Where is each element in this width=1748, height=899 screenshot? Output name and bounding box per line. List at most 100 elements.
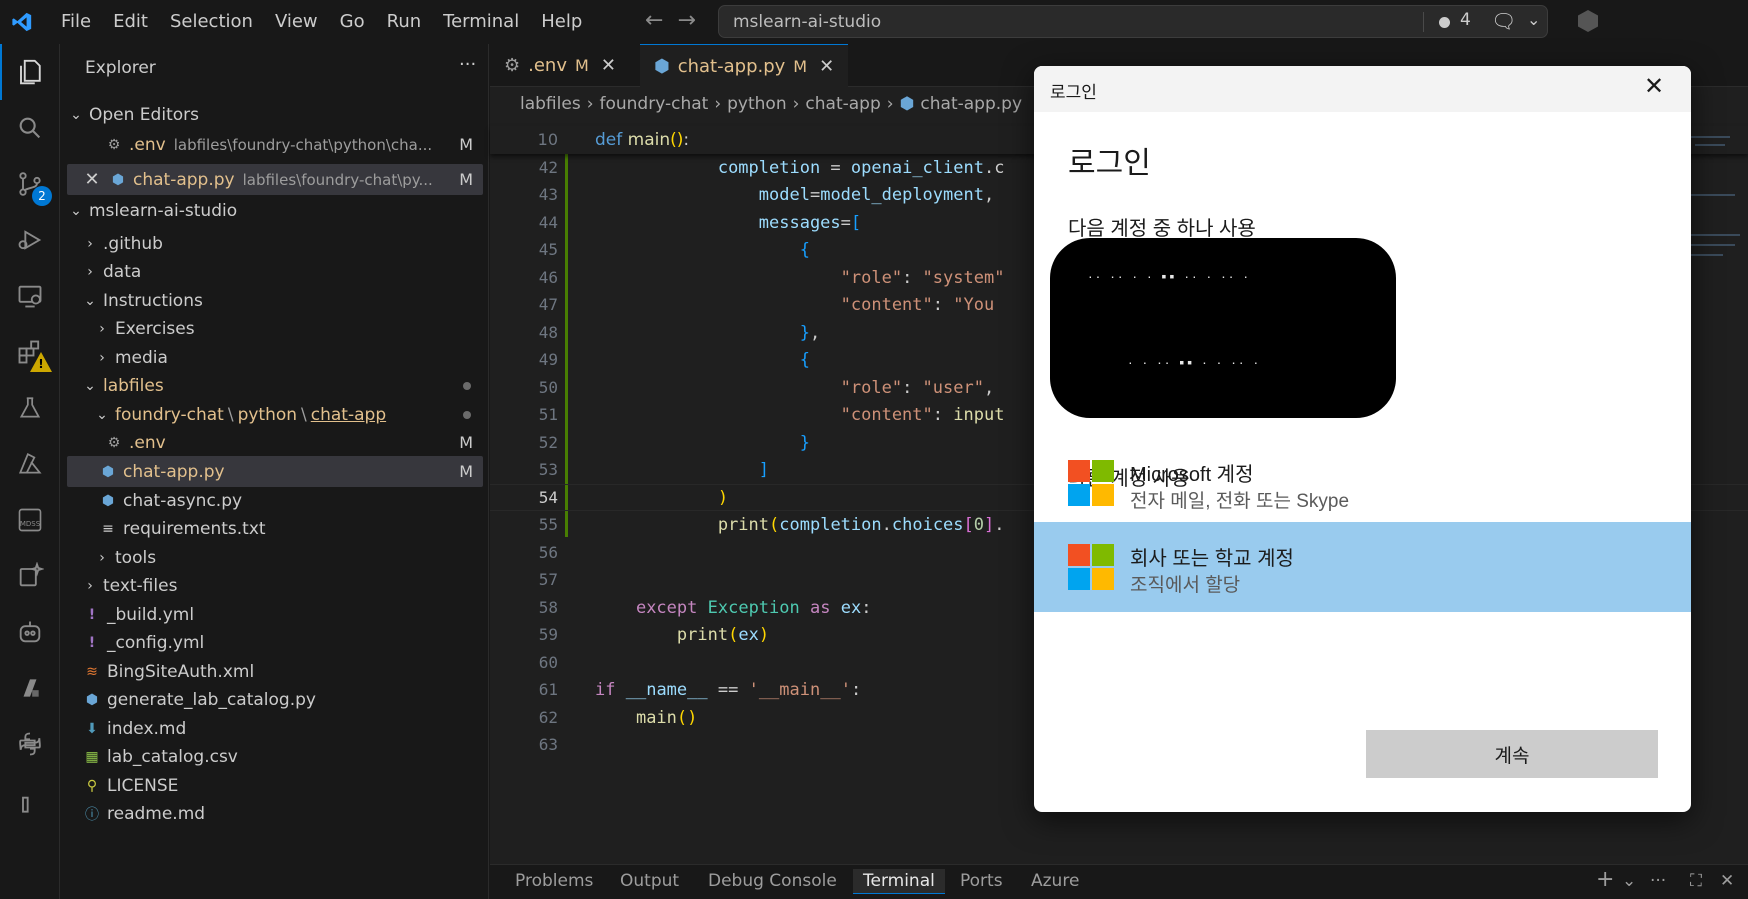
tree-item-bing[interactable]: ≋ BingSiteAuth.xml [67,656,483,687]
explorer-icon[interactable] [0,44,60,100]
close-icon[interactable]: ✕ [601,55,616,76]
copilot-chat-icon[interactable]: 🗨 [1491,9,1516,33]
tree-item-catalog[interactable]: ▦ lab_catalog.csv [67,741,483,772]
extension-logo-icon[interactable] [1578,10,1598,32]
info-file-icon: ⓘ [85,806,99,823]
open-editor-path: labfiles\foundry-chat\py... [242,170,433,189]
breadcrumb-item[interactable]: labfiles [520,94,581,114]
workspace-section[interactable]: ⌄ mslearn-ai-studio [67,195,483,226]
breadcrumb-item[interactable]: foundry-chat [600,94,709,114]
menu-help[interactable]: Help [530,0,593,44]
open-editor-env[interactable]: ⚙ .env labfiles\foundry-chat\python\cha.… [67,129,483,160]
code-text: "role": "user", [840,377,995,398]
close-icon[interactable]: ✕ [819,56,834,77]
title-bar: File Edit Selection View Go Run Terminal… [0,0,1748,44]
menu-go[interactable]: Go [329,0,376,44]
tree-item-label: foundry-chat [115,404,224,425]
close-panel-icon[interactable]: ✕ [1720,871,1734,891]
menu-selection[interactable]: Selection [159,0,264,44]
tree-item-build-yml[interactable]: ! _build.yml [67,599,483,630]
tab-terminal[interactable]: Terminal [853,869,945,894]
tree-item-media[interactable]: › media [67,342,483,373]
chevron-right-icon: › [87,235,93,252]
tab-debug-console[interactable]: Debug Console [708,871,837,891]
tree-item-chat-async[interactable]: ⬢ chat-async.py [67,485,483,516]
azure-icon[interactable] [0,436,60,492]
forward-arrow-icon[interactable]: → [677,8,695,33]
back-arrow-icon[interactable]: ← [645,8,663,33]
code-text: model=model_deployment, [758,184,995,205]
breadcrumb-item[interactable]: chat-app.py [920,94,1022,114]
breadcrumb-item[interactable]: chat-app [805,94,880,114]
python-icon[interactable] [0,716,60,772]
tab-output[interactable]: Output [620,871,679,891]
menu-view[interactable]: View [264,0,329,44]
tree-item-label: requirements.txt [123,518,266,539]
tab-chat-app[interactable]: ⬢ chat-app.py M ✕ [640,44,849,87]
mdss-icon[interactable]: MDSS [0,492,60,548]
menu-terminal[interactable]: Terminal [432,0,530,44]
breadcrumb-item[interactable]: python [727,94,786,114]
tab-env[interactable]: ⚙ .env M ✕ [490,44,630,87]
tree-item-label: python [237,404,298,425]
dialog-heading: 로그인 [1068,147,1151,180]
search-icon[interactable] [0,100,60,156]
more-actions-icon[interactable]: ··· [1650,871,1666,891]
tree-item-github[interactable]: › .github [67,228,483,259]
command-center-search[interactable]: mslearn-ai-studio 4 🗨 ⌄ [718,5,1548,38]
remote-explorer-icon[interactable] [0,268,60,324]
menu-file[interactable]: File [50,0,102,44]
open-editor-chat-app[interactable]: ✕ ⬢ chat-app.py labfiles\foundry-chat\py… [67,164,483,195]
tree-item-instructions[interactable]: ⌄ Instructions [67,285,483,316]
tree-item-readme[interactable]: ⓘ readme.md [67,798,483,829]
tab-problems[interactable]: Problems [515,871,593,891]
tree-item-chat-app-py[interactable]: ⬢ chat-app.py M [67,456,483,487]
run-debug-icon[interactable] [0,212,60,268]
menu-edit[interactable]: Edit [102,0,159,44]
close-icon[interactable]: ✕ [1644,72,1664,101]
line-number: 45 [538,240,558,259]
work-school-account-option[interactable]: 회사 또는 학교 계정 조직에서 할당 [1034,522,1691,612]
account-icon[interactable] [0,772,60,828]
chevron-down-icon[interactable]: ⌄ [1527,10,1540,29]
nav-arrows: ← → [645,8,696,33]
tree-item-data[interactable]: › data [67,256,483,287]
tree-item-env[interactable]: ⚙ .env M [67,427,483,458]
chevron-right-icon: › [99,349,105,366]
ai-toolkit-icon[interactable] [0,548,60,604]
line-number: 10 [537,130,558,149]
tree-item-generate[interactable]: ⬢ generate_lab_catalog.py [67,684,483,715]
redacted-accounts[interactable]: ·· ·· · · ▪▪ ·· · ·· · · · ·· ▪▪ · · ·· … [1050,238,1396,418]
open-editors-section[interactable]: ⌄ Open Editors [67,99,483,130]
foundry-icon[interactable] [0,660,60,716]
tree-item-labfiles[interactable]: ⌄ labfiles [67,370,483,401]
explorer-sidebar: Explorer ··· ⌄ Open Editors ⚙ .env labfi… [61,44,489,899]
tree-item-label: media [115,347,168,368]
tab-azure[interactable]: Azure [1031,871,1079,891]
more-actions-icon[interactable]: ··· [459,54,476,75]
add-terminal-icon[interactable]: + [1596,867,1614,892]
tab-ports[interactable]: Ports [960,871,1003,891]
tree-item-requirements[interactable]: ≡ requirements.txt [67,513,483,544]
testing-flask-icon[interactable] [0,380,60,436]
microsoft-account-option[interactable]: Microsoft 계정 전자 메일, 전화 또는 Skype [1034,438,1691,528]
copilot-icon[interactable] [0,604,60,660]
tree-item-text-files[interactable]: › text-files [67,570,483,601]
chevron-right-icon: › [99,549,105,566]
tree-item-foundry-chat[interactable]: ⌄ foundry-chat \ python \ chat-app [67,399,483,430]
tree-item-exercises[interactable]: › Exercises [67,313,483,344]
menu-run[interactable]: Run [376,0,433,44]
chevron-down-icon[interactable]: ⌄ [1622,871,1636,891]
code-text: def main(): [595,129,690,150]
tree-item-config-yml[interactable]: ! _config.yml [67,627,483,658]
extensions-icon[interactable]: ! [0,324,60,380]
close-icon[interactable]: ✕ [81,169,103,190]
minimap-line [1688,254,1723,256]
bottom-panel: Problems Output Debug Console Terminal P… [490,864,1748,899]
maximize-panel-icon[interactable]: ⛶ [1690,871,1702,891]
continue-button[interactable]: 계속 [1366,730,1658,778]
tree-item-index[interactable]: ⬇ index.md [67,713,483,744]
source-control-icon[interactable]: 2 [0,156,60,212]
tree-item-tools[interactable]: › tools [67,542,483,573]
tree-item-license[interactable]: ⚲ LICENSE [67,770,483,801]
